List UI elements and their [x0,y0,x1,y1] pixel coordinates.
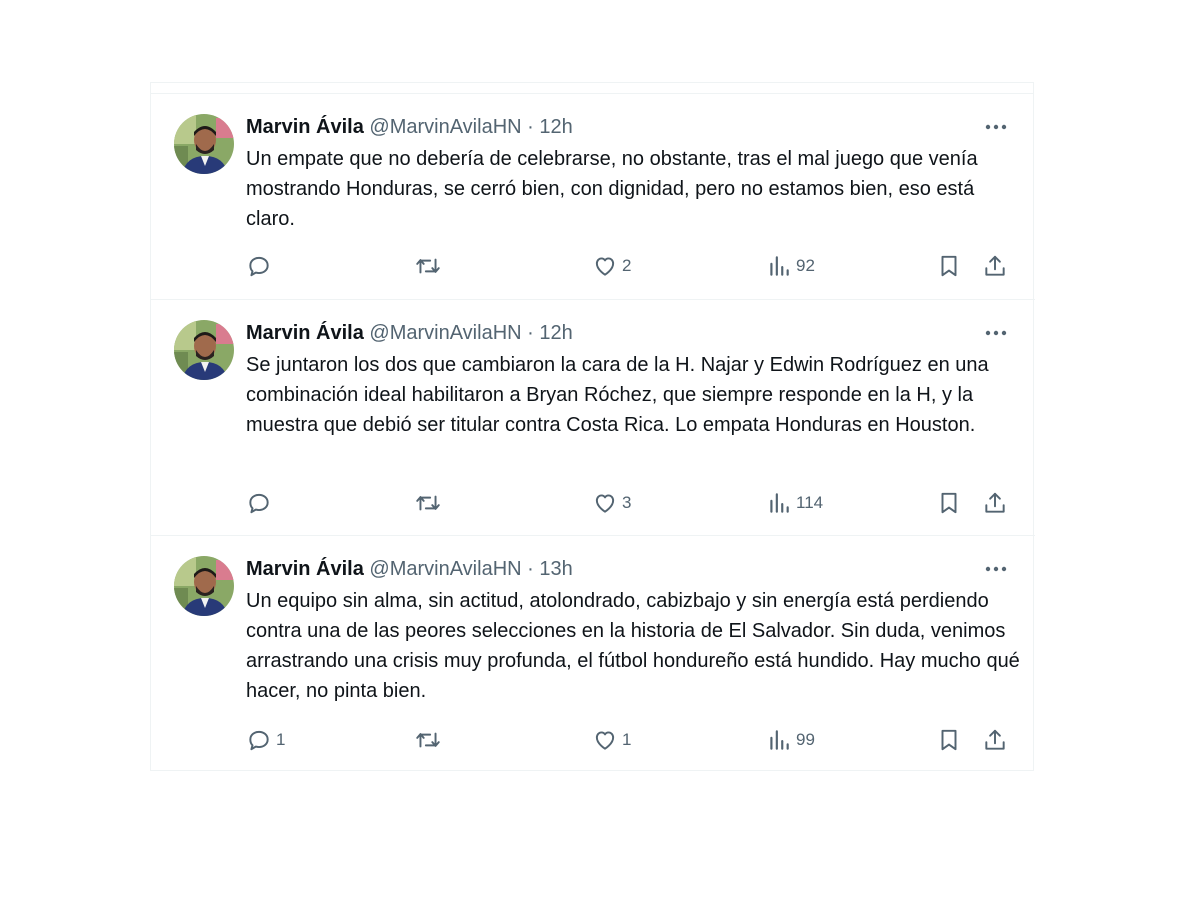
bookmark-button[interactable] [936,488,962,518]
retweet-icon [414,727,442,753]
share-icon [982,253,1008,279]
retweet-icon [414,490,442,516]
like-count: 3 [622,493,632,512]
avatar[interactable] [174,114,234,174]
tweet[interactable]: Marvin Ávila @MarvinAvilaHN · 12h Se jun… [151,300,1035,536]
tweet-actions: 2 92 [246,251,1011,281]
tweet-header: Marvin Ávila @MarvinAvilaHN · 12h [246,320,1015,346]
like-button[interactable]: 2 [592,251,631,281]
like-button[interactable]: 1 [592,725,631,755]
more-horizontal-icon[interactable] [983,322,1009,344]
views-icon [766,253,792,279]
views-button[interactable]: 92 [766,251,815,281]
separator-dot: · [527,558,534,580]
retweet-button[interactable] [414,725,446,755]
heart-icon [592,727,618,753]
tweet[interactable]: Marvin Ávila @MarvinAvilaHN · 13h Un equ… [151,536,1035,772]
share-button[interactable] [982,725,1008,755]
more-horizontal-icon[interactable] [983,558,1009,580]
heart-icon [592,490,618,516]
reply-count: 1 [276,730,286,749]
views-button[interactable]: 99 [766,725,815,755]
like-button[interactable]: 3 [592,488,631,518]
author-handle[interactable]: @MarvinAvilaHN [369,116,521,138]
tweet-text: Se juntaron los dos que cambiaron la car… [246,354,989,436]
separator-dot: · [527,116,534,138]
views-icon [766,490,792,516]
avatar[interactable] [174,320,234,380]
reply-button[interactable]: 1 [246,725,285,755]
retweet-button[interactable] [414,488,446,518]
like-count: 2 [622,256,632,275]
retweet-button[interactable] [414,251,446,281]
tweet-timestamp[interactable]: 12h [539,322,572,344]
tweet[interactable]: Marvin Ávila @MarvinAvilaHN · 12h Un emp… [151,94,1035,300]
views-icon [766,727,792,753]
reply-button[interactable] [246,251,276,281]
share-icon [982,490,1008,516]
author-name[interactable]: Marvin Ávila [246,558,364,580]
like-count: 1 [622,730,632,749]
retweet-icon [414,253,442,279]
tweet-actions: 3 114 [246,488,1011,518]
share-button[interactable] [982,251,1008,281]
reply-icon [246,727,272,753]
tweet-timestamp[interactable]: 12h [539,116,572,138]
tweet-actions: 1 1 99 [246,725,1011,755]
bookmark-icon [936,490,962,516]
bookmark-button[interactable] [936,725,962,755]
tweet-feed: Marvin Ávila @MarvinAvilaHN · 12h Un emp… [150,82,1035,772]
reply-icon [246,490,272,516]
views-count: 99 [796,730,815,749]
tweet-text: Un empate que no debería de celebrarse, … [246,148,978,230]
tweet-timestamp[interactable]: 13h [539,558,572,580]
bookmark-icon [936,253,962,279]
tweet-header: Marvin Ávila @MarvinAvilaHN · 13h [246,556,1015,582]
separator-dot: · [527,322,534,344]
author-name[interactable]: Marvin Ávila [246,322,364,344]
avatar[interactable] [174,556,234,616]
bookmark-button[interactable] [936,251,962,281]
reply-button[interactable] [246,488,276,518]
share-icon [982,727,1008,753]
tweet-header: Marvin Ávila @MarvinAvilaHN · 12h [246,114,1015,140]
views-button[interactable]: 114 [766,488,823,518]
views-count: 114 [796,493,824,512]
heart-icon [592,253,618,279]
share-button[interactable] [982,488,1008,518]
tweet-text: Un equipo sin alma, sin actitud, atolond… [246,590,1020,702]
reply-icon [246,253,272,279]
views-count: 92 [796,256,815,275]
more-horizontal-icon[interactable] [983,116,1009,138]
author-name[interactable]: Marvin Ávila [246,116,364,138]
author-handle[interactable]: @MarvinAvilaHN [369,322,521,344]
author-handle[interactable]: @MarvinAvilaHN [369,558,521,580]
bookmark-icon [936,727,962,753]
